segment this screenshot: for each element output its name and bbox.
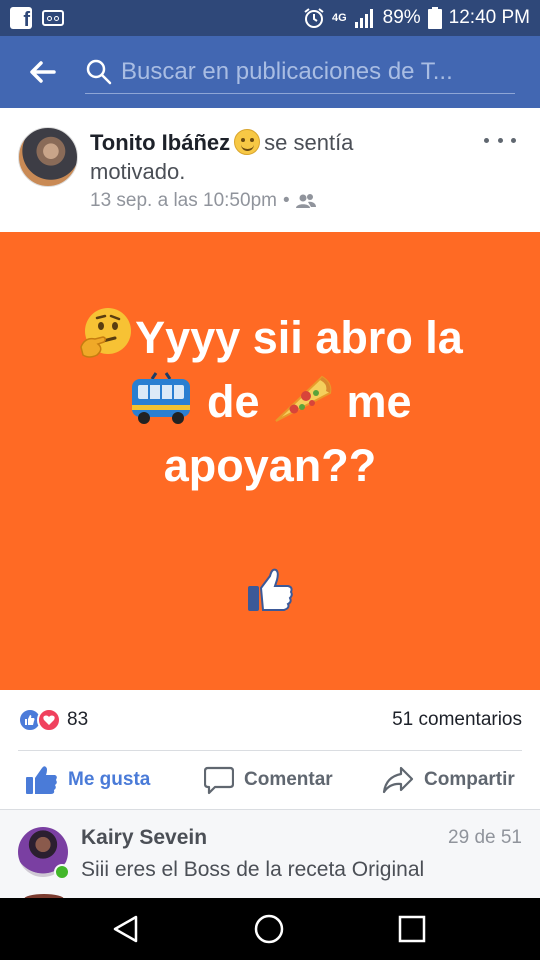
back-button[interactable] bbox=[0, 36, 84, 108]
battery-icon bbox=[427, 7, 442, 29]
post-timestamp[interactable]: 13 sep. a las 10:50pm bbox=[90, 190, 277, 212]
share-arrow-icon bbox=[382, 766, 414, 794]
search-icon bbox=[86, 59, 112, 84]
nav-recents-button[interactable] bbox=[372, 898, 452, 960]
voicemail-icon bbox=[42, 10, 64, 26]
trolleybus-emoji bbox=[132, 372, 191, 424]
thinking-face-emoji bbox=[80, 308, 132, 358]
comment-counter: 29 de 51 bbox=[448, 827, 522, 848]
comments-count[interactable]: 51 comentarios bbox=[392, 709, 522, 731]
smiley-icon bbox=[234, 129, 261, 155]
meta-separator: • bbox=[282, 190, 290, 211]
comment-label: Comentar bbox=[244, 769, 333, 790]
comment-bubble-icon bbox=[204, 766, 234, 795]
feeling-value: motivado. bbox=[90, 159, 186, 184]
search-header bbox=[0, 36, 540, 108]
alarm-icon bbox=[304, 8, 324, 28]
post-meta: 13 sep. a las 10:50pm • bbox=[90, 190, 316, 212]
reactions-summary[interactable]: 83 51 comentarios bbox=[0, 690, 540, 750]
pizza-emoji bbox=[275, 375, 332, 422]
like-label: Me gusta bbox=[68, 769, 151, 790]
reaction-icons bbox=[18, 708, 61, 732]
status-bar: f 4G 89% 12:40 PM bbox=[0, 0, 540, 36]
nav-recents-icon bbox=[398, 915, 426, 943]
nav-back-icon bbox=[113, 915, 138, 943]
nav-back-button[interactable] bbox=[86, 898, 166, 960]
facebook-notification-icon: f bbox=[10, 7, 32, 30]
commenter-name[interactable]: Kairy Sevein bbox=[81, 826, 207, 850]
share-label: Compartir bbox=[424, 769, 515, 790]
nav-home-button[interactable] bbox=[229, 898, 309, 960]
post-line-2-me: me bbox=[346, 376, 412, 427]
comments-section: Kairy Sevein 29 de 51 Siii eres el Boss … bbox=[0, 809, 540, 904]
post-image-text: Yyyy sii abro la de me apoyan?? bbox=[0, 306, 540, 498]
love-reaction-icon bbox=[37, 708, 61, 732]
clock-time: 12:40 PM bbox=[448, 7, 530, 28]
feeling-text: se sentía bbox=[264, 130, 354, 155]
thumbs-up-icon bbox=[26, 766, 57, 794]
like-button[interactable]: Me gusta bbox=[26, 765, 150, 795]
signal-icon bbox=[354, 9, 373, 28]
action-bar: Me gusta Comentar Compartir bbox=[0, 751, 540, 809]
nav-home-icon bbox=[254, 914, 284, 944]
post-image[interactable]: Yyyy sii abro la de me apoyan?? bbox=[0, 232, 540, 690]
comment-button[interactable]: Comentar bbox=[204, 765, 333, 795]
friends-privacy-icon bbox=[295, 194, 316, 208]
post-line-3: apoyan?? bbox=[163, 440, 377, 491]
more-options-button[interactable] bbox=[484, 128, 516, 152]
share-button[interactable]: Compartir bbox=[382, 765, 515, 795]
post-line-1: Yyyy sii abro la bbox=[135, 312, 463, 363]
battery-percent: 89% bbox=[382, 7, 421, 28]
search-input[interactable] bbox=[121, 57, 511, 86]
post-line-2-de: de bbox=[206, 376, 260, 427]
comment-text: Siii eres el Boss de la receta Original bbox=[81, 858, 425, 881]
navigation-bar bbox=[0, 898, 540, 960]
online-status-indicator bbox=[54, 864, 70, 880]
author-avatar[interactable] bbox=[18, 127, 78, 187]
post-header: Tonito Ibáñez se sentía motivado. 13 sep.… bbox=[0, 108, 540, 232]
thumbs-up-emoji bbox=[248, 568, 293, 611]
search-box[interactable] bbox=[85, 50, 515, 94]
network-type-label: 4G bbox=[331, 12, 347, 24]
reaction-count: 83 bbox=[67, 709, 89, 730]
back-arrow-icon bbox=[30, 61, 56, 83]
author-name[interactable]: Tonito Ibáñez bbox=[90, 130, 230, 155]
author-line: Tonito Ibáñez se sentía motivado. bbox=[90, 128, 450, 186]
